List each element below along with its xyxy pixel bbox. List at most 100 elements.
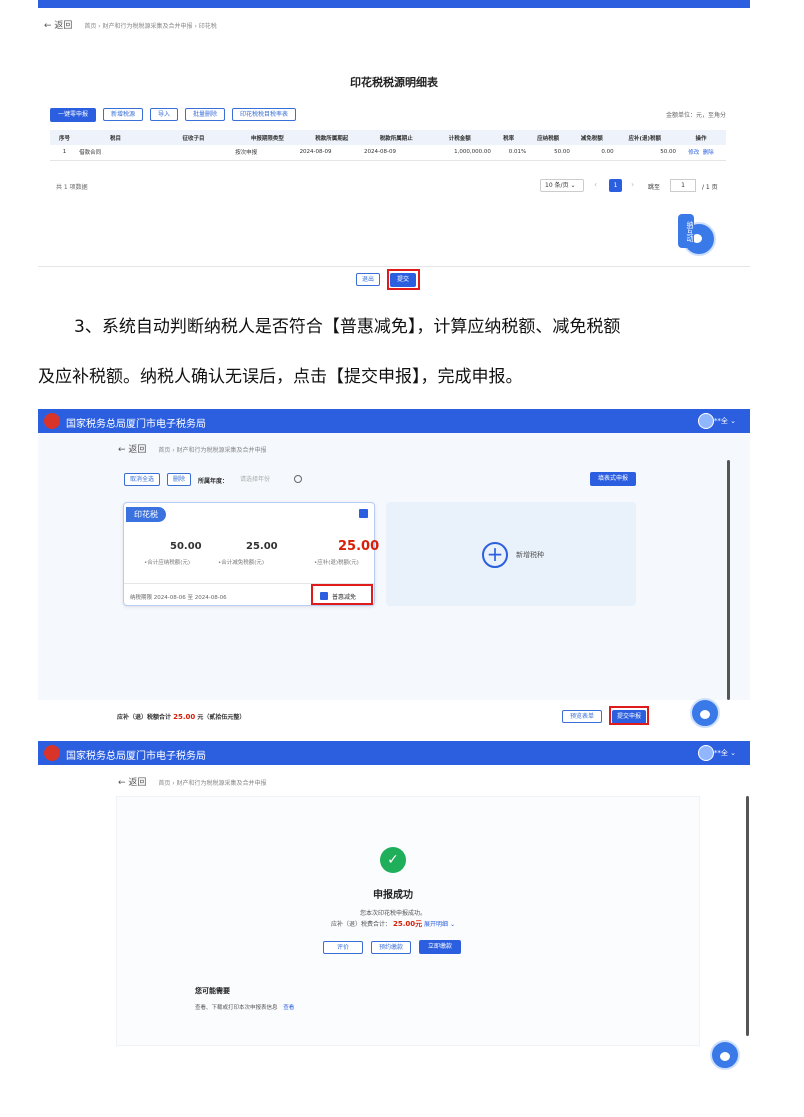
form-declare-button[interactable]: 填表式申报 [590, 472, 636, 486]
payable-label: •合计应纳税额(元) [144, 560, 191, 566]
col-header: 计税金额 [448, 135, 471, 142]
page-size-select[interactable]: 10 条/页 ⌄ [540, 179, 584, 192]
divider [38, 266, 750, 267]
col-header: 应纳税额 [537, 135, 560, 142]
cancel-select-all-button[interactable]: 取消全选 [124, 473, 160, 486]
card-checkbox[interactable] [359, 509, 368, 518]
preview-form-button[interactable]: 预览表单 [562, 710, 602, 723]
row-actions: 修改 删除 [676, 145, 726, 160]
col-header: 税率 [503, 135, 515, 142]
total-pages: / 1 页 [702, 184, 718, 191]
tax-rate-table-button[interactable]: 印花税税目税率表 [232, 108, 296, 121]
back-link[interactable]: ← 返回 [118, 778, 146, 788]
card-tag: 印花税 [126, 507, 166, 522]
goto-input[interactable]: 1 [670, 179, 696, 192]
goto-label: 跳至 [648, 184, 661, 191]
col-header: 序号 [59, 135, 71, 142]
cell: 按次申报 [235, 150, 258, 157]
screenshot-1: ← 返回 首页 › 财产和行为税税源采集及合并申报 › 印花税 印花税税源明细表… [38, 0, 750, 266]
tax-emblem-icon [44, 413, 60, 429]
footer-total: 应补（退）税额合计 25.00 元（贰拾伍元整） [117, 713, 246, 721]
success-message: 您本次印花税申报成功。 [359, 910, 426, 917]
cell: 50.00 [660, 149, 676, 156]
success-check-icon: ✓ [380, 847, 406, 873]
import-button[interactable]: 导入 [150, 108, 178, 121]
scrollbar[interactable] [746, 796, 749, 1036]
table-row: 1 借款合同 按次申报 2024-08-09 2024-08-09 1,000,… [50, 145, 726, 160]
top-bar [38, 0, 750, 8]
maybe-title: 您可能需要 [195, 987, 230, 995]
info-icon[interactable] [294, 475, 302, 483]
evaluate-button[interactable]: 评价 [323, 941, 363, 954]
edit-link[interactable]: 修改 [688, 150, 699, 156]
col-header: 应补(退)税额 [628, 135, 662, 142]
page-1-button[interactable]: 1 [609, 179, 622, 192]
highlight-submit [387, 269, 420, 290]
payable-value: 50.00 [170, 541, 202, 552]
relief-label: •合计减免税额(元) [218, 560, 265, 566]
prev-page-button[interactable]: ‹ [594, 180, 597, 189]
cell: 借款合同 [79, 150, 102, 157]
col-header: 税款所属期起 [315, 135, 349, 142]
user-menu[interactable]: **全 ⌄ [714, 416, 736, 426]
back-link[interactable]: ← 返回 [118, 445, 146, 455]
user-avatar-icon[interactable] [698, 413, 714, 429]
add-source-button[interactable]: 新增税源 [103, 108, 143, 121]
header-bar: 国家税务总局厦门市电子税务局 **全 ⌄ [38, 409, 750, 433]
zero-declare-button[interactable]: 一键零申报 [50, 108, 96, 122]
add-tax-type-label: 新增税种 [516, 551, 544, 559]
user-menu[interactable]: **全 ⌄ [714, 748, 736, 758]
highlight-puhui [311, 584, 373, 605]
tax-emblem-icon [44, 745, 60, 761]
helper-robot-icon[interactable] [710, 1040, 740, 1070]
delete-link[interactable]: 删除 [703, 150, 714, 156]
instruction-line-2: 及应补税额。纳税人确认无误后，点击【提交申报】，完成申报。 [38, 367, 523, 387]
col-header: 税目 [110, 135, 122, 142]
success-amount: 25.00元 [392, 920, 423, 928]
schedule-payment-button[interactable]: 预约缴款 [371, 941, 411, 954]
pay-now-button[interactable]: 立即缴款 [419, 940, 461, 954]
breadcrumb: ← 返回 首页 › 财产和行为税税源采集及合并申报 [118, 778, 267, 788]
footer-amount: 25.00 [173, 713, 196, 721]
add-tax-type-card[interactable]: + 新增税种 [386, 502, 636, 606]
page-title: 印花税税源明细表 [350, 76, 438, 89]
highlight-submit-declaration [609, 706, 649, 725]
cell [152, 145, 235, 160]
exit-button[interactable]: 退出 [356, 273, 380, 286]
site-title: 国家税务总局厦门市电子税务局 [66, 419, 206, 430]
cell: 1,000,000.00 [454, 149, 491, 156]
due-label: •应补(退)税额(元) [314, 560, 359, 566]
total-count: 共 1 项数据 [56, 184, 88, 191]
site-title: 国家税务总局厦门市电子税务局 [66, 751, 206, 762]
col-header: 征收子目 [182, 135, 205, 142]
user-avatar-icon[interactable] [698, 745, 714, 761]
table-header: 序号 税目 征收子目 申报期限类型 税款所属期起 税款所属期止 计税金额 税率 … [50, 130, 726, 145]
next-page-button[interactable]: › [631, 180, 634, 189]
helper-label: 纳互动 [678, 214, 694, 248]
batch-delete-button[interactable]: 批量删除 [185, 108, 225, 121]
cell: 0.01% [508, 149, 527, 156]
cell: 0.00 [601, 149, 614, 156]
back-link[interactable]: ← 返回 [44, 21, 72, 31]
col-header: 税款所属期止 [379, 135, 413, 142]
cell: 2024-08-09 [299, 149, 332, 156]
due-value: 25.00 [338, 539, 380, 554]
view-link[interactable]: 查看 [283, 1005, 294, 1011]
success-total: 应补（退）税费合计： 25.00元 展开明细 ⌄ [331, 920, 455, 928]
col-header: 减免税额 [580, 135, 603, 142]
delete-button[interactable]: 删除 [167, 473, 191, 486]
tax-period: 纳税期限 2024-08-06 至 2024-08-06 [130, 595, 227, 601]
period-input[interactable]: 请选择年份 [236, 473, 290, 486]
cell: 2024-08-09 [364, 149, 396, 156]
col-header: 申报期限类型 [250, 135, 284, 142]
relief-value: 25.00 [246, 541, 278, 552]
maybe-text: 查看、下载或打印本次申报表信息 查看 [195, 1005, 295, 1011]
scrollbar[interactable] [727, 460, 730, 700]
period-label: 所属年度： [198, 478, 229, 485]
expand-details-link[interactable]: 展开明细 ⌄ [424, 921, 455, 928]
cell: 1 [62, 149, 67, 156]
instruction-line-1: 3、系统自动判断纳税人是否符合【普惠减免】，计算应纳税额、减免税额 [74, 317, 621, 337]
helper-robot-icon[interactable] [690, 698, 720, 728]
breadcrumb: ← 返回 首页 › 财产和行为税税源采集及合并申报 [118, 445, 267, 455]
tax-source-table: 序号 税目 征收子目 申报期限类型 税款所属期起 税款所属期止 计税金额 税率 … [50, 130, 726, 161]
